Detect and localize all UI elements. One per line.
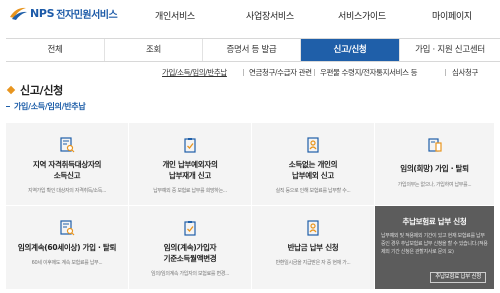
dash-icon: [6, 105, 10, 108]
section-subtitle-text: 가입/소득/임의/반추납: [14, 102, 86, 111]
card-title: 지역 자격취득대상자의: [32, 160, 102, 169]
clipboard-check-icon: [182, 137, 198, 153]
diamond-bullet-icon: [6, 85, 16, 95]
page-title: 신고/신청: [6, 82, 63, 98]
card-regional-income-report[interactable]: 지역 자격취득대상자의 소득신고 지역가입 확인 대상자의 자격취득/소득...: [6, 123, 128, 205]
card-continued-join[interactable]: 임의계속(60세이상) 가입 · 탈퇴 60세 이후에도 계속 보험료를 납부.…: [6, 206, 128, 289]
nav-business-service[interactable]: 사업장서비스: [246, 9, 294, 22]
tab-inquiry[interactable]: 조회: [105, 39, 203, 61]
sublink-divider: [243, 69, 244, 76]
mobile-document-icon: [427, 137, 443, 153]
person-document-icon: [305, 137, 321, 153]
card-description: 지역가입 확인 대상자의 자격취득/소득...: [28, 188, 106, 194]
card-income-change[interactable]: 임의(계속)가입자 기준소득월액변경 임의/임의계속 가입자의 보험료를 변경.…: [129, 206, 251, 289]
card-voluntary-join[interactable]: 임의(희망) 가입 · 탈퇴 가입의무는 없으나, 가입하여 납부를...: [375, 123, 494, 205]
card-description: 반환일시금을 지급받은 자 중 현재 가...: [275, 260, 351, 266]
card-title: 소득없는 개인의: [288, 160, 338, 169]
logo-text: NPS: [30, 6, 55, 20]
card-description: 납부예외 중 보험료 납부를 희망하는...: [153, 188, 227, 194]
document-search-icon: [59, 137, 75, 153]
logo-subtitle: 전자민원서비스: [56, 9, 118, 21]
card-title: 임의계속(60세이상) 가입 · 탈퇴: [17, 243, 117, 252]
nps-logo-icon: [8, 5, 28, 21]
card-title: 개인 납부예외자의: [162, 160, 218, 169]
site-header: NPS 전자민원서비스 개인서비스 사업장서비스 서비스가이드 마이페이지: [0, 0, 500, 30]
nav-my-page[interactable]: 마이페이지: [432, 9, 472, 22]
tab-all[interactable]: 전체: [6, 39, 105, 61]
card-title-line2: 납부예외 신고: [292, 171, 334, 180]
document-search-icon: [59, 220, 75, 236]
clipboard-check-icon: [182, 220, 198, 236]
person-document-icon: [305, 220, 321, 236]
card-title-line2: 기준소득월액변경: [163, 254, 217, 263]
card-title: 추납보험료 납부 신청: [402, 217, 467, 226]
card-title: 반납금 납부 신청: [287, 243, 339, 252]
card-title: 임의(희망) 가입 · 탈퇴: [400, 164, 469, 173]
card-payment-resume[interactable]: 개인 납부예외자의 납부재개 신고 납부예외 중 보험료 납부를 희망하는...: [129, 123, 251, 205]
card-title-line2: 소득신고: [53, 171, 81, 180]
card-title: 임의(계속)가입자: [163, 243, 217, 252]
tab-support-center[interactable]: 가입 · 지원 신고센터: [400, 39, 500, 61]
card-refund-payment[interactable]: 반납금 납부 신청 반환일시금을 지급받은 자 중 현재 가...: [252, 206, 374, 289]
card-description: 실직 등으로 인해 보험료를 납부할 수...: [275, 188, 351, 194]
card-description: 임의/임의계속 가입자의 보험료를 변경...: [151, 271, 229, 277]
sublink-divider: [314, 69, 315, 76]
section-subtitle: 가입/소득/임의/반추납: [6, 101, 86, 112]
sublink-divider: [445, 69, 446, 76]
card-description: 60세 이후에도 계속 보험료를 납부...: [31, 260, 103, 266]
sublink-review-claim[interactable]: 심사청구: [452, 67, 478, 78]
nav-personal-service[interactable]: 개인서비스: [155, 9, 195, 22]
page-title-text: 신고/신청: [20, 84, 63, 97]
tab-report-apply[interactable]: 신고/신청: [301, 39, 400, 61]
card-deferred-payment[interactable]: 추납보험료 납부 신청 납부예외 및 적용제외 기간이 있고 현재 보험료를 납…: [375, 206, 494, 289]
card-description: 가입의무는 없으나, 가입하여 납부를...: [397, 182, 472, 188]
sublink-mail-address[interactable]: 우편물 수령지/전자통지서비스 등: [320, 67, 418, 78]
deferred-payment-button[interactable]: 추납보험료 납부 신청: [430, 272, 486, 283]
sublink-join-income[interactable]: 가입/소득/임의/반추납: [162, 67, 227, 78]
category-tabs: 전체 조회 증명서 등 발급 신고/신청 가입 · 지원 신고센터: [6, 38, 500, 62]
nav-service-guide[interactable]: 서비스가이드: [338, 9, 386, 22]
tab-certificate[interactable]: 증명서 등 발급: [203, 39, 301, 61]
card-title-line2: 납부재개 신고: [169, 171, 211, 180]
card-payment-exemption[interactable]: 소득없는 개인의 납부예외 신고 실직 등으로 인해 보험료를 납부할 수...: [252, 123, 374, 205]
card-description: 납부예외 및 적용제외 기간이 있고 현재 보험료를 납부중인 경우 추납보험료…: [381, 233, 488, 255]
sublink-pension-claim[interactable]: 연금청구/수급자 관련: [249, 67, 312, 78]
nps-logo[interactable]: NPS 전자민원서비스: [8, 5, 118, 21]
